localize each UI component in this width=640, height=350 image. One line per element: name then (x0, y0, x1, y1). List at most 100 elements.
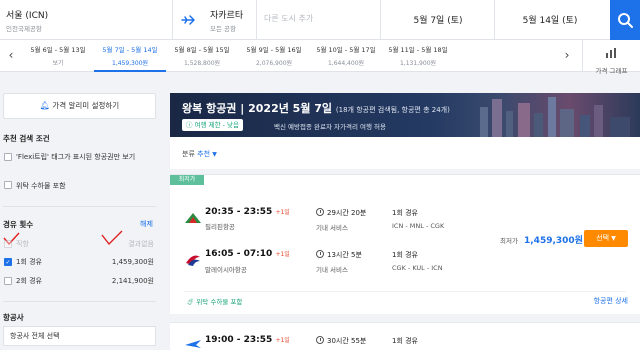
date-option[interactable]: 5월 8일 - 5월 15일 1,528,800원 (166, 40, 238, 72)
banner-title: 왕복 항공권 | 2022년 5월 7일 (18개 항공편 검색됨, 항공편 총… (182, 100, 450, 116)
clock-icon (316, 208, 324, 216)
leg2-plus-day: +1일 (275, 251, 290, 258)
clock-icon (316, 336, 324, 344)
stops-title: 경유 횟수 (3, 220, 34, 229)
result2-stops: 1회 경유 (392, 337, 418, 345)
search-icon (618, 13, 633, 28)
recommend-title: 추천 검색 조건 (3, 134, 50, 143)
leg2-airline: 말레이시아항공 (205, 266, 247, 274)
result2-times: 19:00 - 23:55 +1일 (205, 335, 290, 345)
stops-clear-link[interactable]: 해제 (140, 219, 153, 229)
filter-panel: 추천 검색 조건 'Flexi트립' 태그가 표시된 항공권만 보기 위탁 수하… (0, 124, 160, 350)
checked-bag-included: 🧳︎ 위탁 수하물 포함 (186, 298, 243, 306)
leg1-service: 기내 서비스 (316, 224, 348, 232)
date-option[interactable]: 5월 10일 - 5월 17일 1,644,400원 (310, 40, 382, 72)
date-option[interactable]: 5월 7일 - 5월 14일 1,459,300원 (94, 40, 166, 72)
price-graph-label: 가격 그래프 (595, 67, 628, 75)
date-option-range: 5월 10일 - 5월 17일 (316, 46, 376, 54)
leg2-times: 16:05 - 07:10 +1일 (205, 249, 290, 259)
depart-date: 5월 7일 (토) (413, 16, 463, 26)
travel-restriction-badge[interactable]: ⓘ 여행 제한 - 낮음 (182, 119, 244, 131)
select-button[interactable]: 선택 ▼ (584, 230, 628, 247)
banner-title-main: 왕복 항공권 | 2022년 5월 7일 (182, 102, 333, 115)
checked-bag-checkbox[interactable] (4, 181, 12, 189)
chevron-down-icon: ▼ (611, 235, 616, 242)
stops-two-label: 2회 경유 (16, 277, 42, 285)
stops-two-checkbox[interactable] (4, 277, 12, 285)
search-button[interactable] (610, 0, 640, 40)
result-card[interactable]: 19:00 - 23:55 +1일 30시간 55분 1회 경유 (170, 322, 640, 350)
destination-code: 자카르타 (210, 11, 244, 21)
price-alarm-label: 가격 알리미 설정하기 (52, 101, 120, 110)
date-option[interactable]: 5월 9일 - 5월 16일 2,076,900원 (238, 40, 310, 72)
result-card[interactable]: 최저가 20:35 - 23:55 +1일 필리핀항공 29시간 20분 기내 … (170, 174, 640, 314)
cheapest-badge: 최저가 (170, 175, 204, 185)
airplane-logo-icon (185, 340, 201, 348)
flight-detail-link[interactable]: 항공편 상세 (594, 296, 628, 306)
prev-dates-arrow[interactable]: ‹ (0, 40, 22, 72)
add-city-placeholder: 다른 도시 추가 (264, 14, 314, 23)
leg2-duration: 13시간 5분 (327, 251, 362, 259)
date-option-price: 1,459,300원 (111, 60, 149, 67)
date-option[interactable]: 5월 11일 - 5월 18일 1,131,900원 (382, 40, 454, 72)
date-option-price: 1,644,400원 (327, 60, 365, 67)
travel-restriction-note: 백신 예방접종 완료자 자가격리 여행 허용 (274, 123, 386, 131)
stops-direct-checkbox[interactable] (4, 240, 12, 248)
stops-two-price: 2,141,900원 (111, 277, 154, 285)
date-option-price: 2,076,900원 (255, 60, 293, 67)
travel-restriction-label: 여행 제한 - 낮음 (194, 121, 240, 129)
leg1-airline: 필리핀항공 (205, 223, 235, 231)
chevron-left-icon: ‹ (8, 48, 14, 62)
airline-select-all[interactable]: 항공사 전체 선택 (3, 326, 156, 346)
stops-direct-label: 직항 (16, 240, 29, 248)
date-option-range: 5월 9일 - 5월 16일 (246, 46, 302, 54)
stops-one-price: 1,459,300원 (111, 258, 154, 266)
origin-code: 서울 (ICN) (6, 11, 49, 21)
date-strip: ‹ 5월 6일 - 5월 13일 보기 5월 7일 - 5월 14일 1,459,30… (0, 40, 640, 75)
airline-title: 항공사 (3, 313, 24, 322)
stops-one-label: 1회 경유 (16, 258, 42, 266)
date-option-range: 5월 11일 - 5월 18일 (388, 46, 448, 54)
destination-field[interactable]: 자카르타 모든 공항 (210, 0, 270, 40)
leg1-stops: 1회 경유 (392, 209, 418, 217)
return-date-field[interactable]: 5월 14일 (토) (500, 0, 600, 40)
leg2-stops: 1회 경유 (392, 251, 418, 259)
clock-icon (316, 250, 324, 258)
sort-bar: 분류 추천 ▼ (170, 137, 640, 169)
airplane-icon[interactable] (180, 12, 196, 28)
checked-bag-option-label: 위탁 수하물 포함 (16, 182, 66, 190)
depart-date-field[interactable]: 5월 7일 (토) (388, 0, 488, 40)
sort-dropdown[interactable]: 분류 추천 ▼ (182, 149, 217, 159)
date-option-price: 보기 (52, 60, 64, 67)
sort-value: 추천 (197, 150, 211, 158)
leg1-plus-day: +1일 (275, 209, 290, 216)
flexi-option-label: 'Flexi트립' 태그가 표시된 항공권만 보기 (16, 153, 136, 161)
origin-field[interactable]: 서울 (ICN) 인천국제공항 (6, 0, 74, 40)
stops-one-checkbox[interactable]: ✓ (4, 258, 12, 266)
leg2-route: CGK - KUL - ICN (392, 264, 443, 272)
destination-airport: 모든 공항 (210, 25, 236, 33)
date-option-price: 1,131,900원 (399, 60, 437, 67)
price-graph-button[interactable]: 가격 그래프 (582, 40, 640, 75)
date-option-price: 1,528,800원 (183, 60, 221, 67)
sort-label: 분류 (182, 150, 195, 158)
bell-icon: 🔔︎ (39, 101, 50, 110)
result2-duration: 30시간 55분 (327, 337, 367, 345)
caret-down-icon: ▼ (212, 151, 217, 158)
search-bar: 서울 (ICN) 인천국제공항 자카르타 모든 공항 다른 도시 추가 5월 7… (0, 0, 640, 40)
date-option[interactable]: 5월 6일 - 5월 13일 보기 (22, 40, 94, 72)
result2-plus-day: +1일 (275, 337, 290, 344)
date-option-range: 5월 8일 - 5월 15일 (174, 46, 230, 54)
next-dates-arrow[interactable]: › (556, 40, 578, 72)
price-value: 1,459,300원 (524, 236, 583, 246)
price-label: 최저가 (500, 237, 518, 245)
add-city-field[interactable]: 다른 도시 추가 (264, 0, 376, 40)
leg1-times: 20:35 - 23:55 +1일 (205, 207, 290, 217)
leg1-duration: 29시간 20분 (327, 209, 367, 217)
info-icon: ⓘ (186, 121, 195, 129)
suitcase-icon: 🧳︎ (186, 298, 197, 306)
chevron-right-icon: › (564, 48, 570, 62)
flexi-checkbox[interactable] (4, 153, 12, 161)
price-alarm-button[interactable]: 🔔︎ 가격 알리미 설정하기 (3, 93, 156, 119)
banner-result-count: (18개 항공편 검색됨, 항공편 총 24개) (335, 106, 450, 114)
